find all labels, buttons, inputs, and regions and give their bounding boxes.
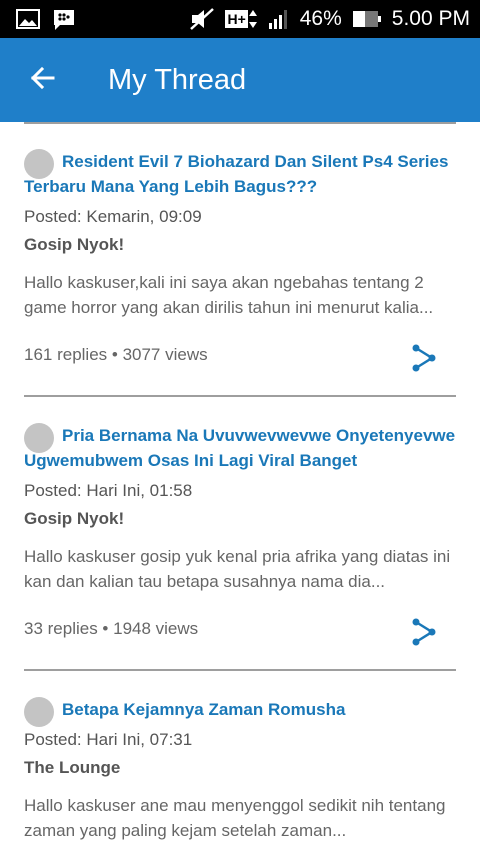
avatar <box>24 697 54 727</box>
thread-item[interactable]: Pria Bernama Na Uvuvwevwevwe Onyetenyevw… <box>24 423 456 645</box>
app-bar: My Thread <box>0 38 480 122</box>
thread-excerpt: Hallo kaskuser,kali ini saya akan ngebah… <box>24 273 434 317</box>
thread-stats: 33 replies • 1948 views <box>24 619 199 638</box>
thread-excerpt: Hallo kaskuser ane mau menyenggol sediki… <box>24 796 446 840</box>
arrow-left-icon <box>29 66 55 95</box>
thread-stats: 161 replies • 3077 views <box>24 345 208 364</box>
gallery-icon <box>16 8 40 32</box>
posted-time: Posted: Hari Ini, 07:31 <box>24 730 193 749</box>
thread-category[interactable]: Gosip Nyok! <box>24 233 456 257</box>
back-button[interactable] <box>22 60 62 100</box>
bbm-message-icon <box>52 8 76 32</box>
clock-time: 5.00 PM <box>391 7 470 30</box>
share-button[interactable] <box>408 344 440 376</box>
thread-title-text: Betapa Kejamnya Zaman Romusha <box>62 700 346 719</box>
network-type-icon: H+ <box>225 8 257 30</box>
thread-title-text: Resident Evil 7 Biohazard Dan Silent Ps4… <box>24 152 449 196</box>
divider <box>24 122 456 124</box>
status-bar: H+ 46% 5.00 PM <box>0 0 480 38</box>
thread-list: Resident Evil 7 Biohazard Dan Silent Ps4… <box>0 122 480 854</box>
divider <box>24 395 456 397</box>
thread-title-text: Pria Bernama Na Uvuvwevwevwe Onyetenyevw… <box>24 426 456 470</box>
network-label: H+ <box>225 10 248 28</box>
thread-title-link[interactable]: Pria Bernama Na Uvuvwevwevwe Onyetenyevw… <box>24 423 456 473</box>
posted-time: Posted: Hari Ini, 01:58 <box>24 481 193 500</box>
thread-title-link[interactable]: Resident Evil 7 Biohazard Dan Silent Ps4… <box>24 149 456 199</box>
divider <box>24 669 456 671</box>
battery-icon <box>352 9 382 29</box>
share-icon <box>410 618 438 651</box>
mute-icon <box>189 7 215 31</box>
thread-title-link[interactable]: Betapa Kejamnya Zaman Romusha <box>24 697 456 727</box>
avatar <box>24 423 54 453</box>
thread-item[interactable]: Betapa Kejamnya Zaman Romusha Posted: Ha… <box>24 697 456 843</box>
thread-category[interactable]: Gosip Nyok! <box>24 507 456 531</box>
signal-icon <box>268 8 290 30</box>
avatar <box>24 149 54 179</box>
thread-item[interactable]: Resident Evil 7 Biohazard Dan Silent Ps4… <box>24 149 456 371</box>
thread-excerpt: Hallo kaskuser gosip yuk kenal pria afri… <box>24 547 451 591</box>
page-title: My Thread <box>108 64 247 96</box>
posted-time: Posted: Kemarin, 09:09 <box>24 207 202 226</box>
battery-percent: 46% <box>299 7 342 30</box>
share-icon <box>410 344 438 377</box>
thread-category[interactable]: The Lounge <box>24 756 456 780</box>
share-button[interactable] <box>408 618 440 650</box>
